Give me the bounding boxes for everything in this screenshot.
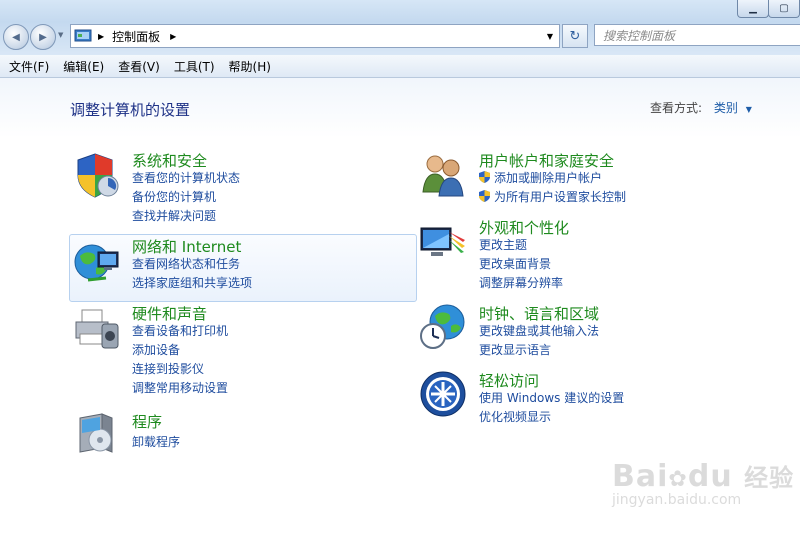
address-bar[interactable]: ▶ 控制面板 ▶ ▼ xyxy=(70,24,560,48)
link-backup-computer[interactable]: 备份您的计算机 xyxy=(132,188,216,207)
link-homegroup-sharing[interactable]: 选择家庭组和共享选项 xyxy=(132,274,252,293)
view-mode: 查看方式: 类别 ▼ xyxy=(650,99,752,116)
watermark-url: jingyan.baidu.com xyxy=(612,492,742,508)
search-placeholder: 搜索控制面板 xyxy=(603,28,676,43)
link-label: 添加或删除用户帐户 xyxy=(494,171,603,185)
forward-button[interactable]: ▶ xyxy=(30,24,56,50)
appearance-monitor-icon xyxy=(420,227,465,256)
link-change-background[interactable]: 更改桌面背景 xyxy=(479,255,551,274)
printer-icon xyxy=(75,309,119,349)
link-parental-controls[interactable]: 为所有用户设置家长控制 xyxy=(479,188,626,207)
category-hardware-sound[interactable]: 硬件和声音 xyxy=(132,303,207,324)
watermark-logo-text2: du xyxy=(687,459,733,494)
menu-edit[interactable]: 编辑(E) xyxy=(63,58,104,75)
back-arrow-icon: ◀ xyxy=(12,31,20,43)
control-panel-icon xyxy=(74,29,92,42)
breadcrumb-separator-icon[interactable]: ▶ xyxy=(170,32,176,41)
navigation-bar: ◀ ▶ ▼ ▶ 控制面板 ▶ ▼ ↻ 搜索控制面板 xyxy=(0,22,800,55)
paw-icon: ✿ xyxy=(668,467,688,492)
search-input[interactable]: 搜索控制面板 xyxy=(594,24,800,46)
watermark-cn: 经验 xyxy=(744,464,795,492)
page-title: 调整计算机的设置 xyxy=(70,101,191,119)
link-add-device[interactable]: 添加设备 xyxy=(132,341,180,360)
window-titlebar: ▁ ▢ xyxy=(0,0,800,22)
category-system-security[interactable]: 系统和安全 xyxy=(132,150,207,171)
forward-arrow-icon: ▶ xyxy=(39,31,47,43)
link-view-computer-status[interactable]: 查看您的计算机状态 xyxy=(132,169,240,188)
link-mobility-settings[interactable]: 调整常用移动设置 xyxy=(132,379,228,398)
maximize-icon: ▢ xyxy=(779,3,789,14)
link-optimize-display[interactable]: 优化视频显示 xyxy=(479,408,551,427)
link-uninstall-program[interactable]: 卸载程序 xyxy=(132,433,180,452)
users-icon xyxy=(422,155,464,197)
category-user-accounts[interactable]: 用户帐户和家庭安全 xyxy=(479,150,614,171)
history-dropdown-icon[interactable]: ▼ xyxy=(58,31,63,39)
clock-globe-icon xyxy=(420,304,465,349)
menu-help[interactable]: 帮助(H) xyxy=(229,58,271,75)
view-mode-dropdown-icon[interactable]: ▼ xyxy=(746,105,752,114)
menu-file[interactable]: 文件(F) xyxy=(9,58,49,75)
category-ease-of-access[interactable]: 轻松访问 xyxy=(479,370,539,391)
control-panel-content: 调整计算机的设置 查看方式: 类别 ▼ 系统和安全 查看您的计算机状态 备份您的… xyxy=(0,78,800,544)
programs-box-icon xyxy=(79,413,113,453)
breadcrumb-separator-icon[interactable]: ▶ xyxy=(98,32,104,41)
link-label: 为所有用户设置家长控制 xyxy=(494,190,627,204)
address-dropdown-icon[interactable]: ▼ xyxy=(547,32,553,41)
menu-bar: 文件(F) 编辑(E) 查看(V) 工具(T) 帮助(H) xyxy=(0,55,800,78)
network-globe-icon xyxy=(74,244,119,282)
link-change-theme[interactable]: 更改主题 xyxy=(479,236,527,255)
view-mode-label: 查看方式: xyxy=(650,101,703,115)
refresh-icon: ↻ xyxy=(569,28,581,44)
view-mode-selector[interactable]: 类别 xyxy=(714,101,738,115)
ease-of-access-icon xyxy=(420,371,466,417)
back-button[interactable]: ◀ xyxy=(3,24,29,50)
uac-shield-icon xyxy=(479,171,490,183)
link-connect-projector[interactable]: 连接到投影仪 xyxy=(132,360,204,379)
minimize-button[interactable]: ▁ xyxy=(737,0,769,18)
menu-view[interactable]: 查看(V) xyxy=(118,58,160,75)
link-devices-printers[interactable]: 查看设备和打印机 xyxy=(132,322,228,341)
category-network-internet[interactable]: 网络和 Internet xyxy=(132,236,241,257)
link-troubleshoot[interactable]: 查找并解决问题 xyxy=(132,207,216,226)
link-add-remove-accounts[interactable]: 添加或删除用户帐户 xyxy=(479,169,602,188)
category-appearance[interactable]: 外观和个性化 xyxy=(479,217,569,238)
refresh-button[interactable]: ↻ xyxy=(562,24,588,48)
breadcrumb-control-panel[interactable]: 控制面板 xyxy=(112,28,160,45)
link-screen-resolution[interactable]: 调整屏幕分辨率 xyxy=(479,274,563,293)
maximize-button[interactable]: ▢ xyxy=(768,0,800,18)
link-change-keyboard[interactable]: 更改键盘或其他输入法 xyxy=(479,322,599,341)
link-change-display-language[interactable]: 更改显示语言 xyxy=(479,341,551,360)
minimize-icon: ▁ xyxy=(749,3,757,14)
category-programs[interactable]: 程序 xyxy=(132,411,162,432)
uac-shield-icon xyxy=(479,190,490,202)
category-clock-language-region[interactable]: 时钟、语言和区域 xyxy=(479,303,599,324)
shield-icon xyxy=(77,153,119,198)
baidu-watermark: Bai✿du 经验 jingyan.baidu.com xyxy=(612,458,794,508)
link-recommended-settings[interactable]: 使用 Windows 建议的设置 xyxy=(479,389,624,408)
link-network-status[interactable]: 查看网络状态和任务 xyxy=(132,255,240,274)
menu-tools[interactable]: 工具(T) xyxy=(174,58,215,75)
watermark-logo-text: Bai xyxy=(612,459,669,494)
